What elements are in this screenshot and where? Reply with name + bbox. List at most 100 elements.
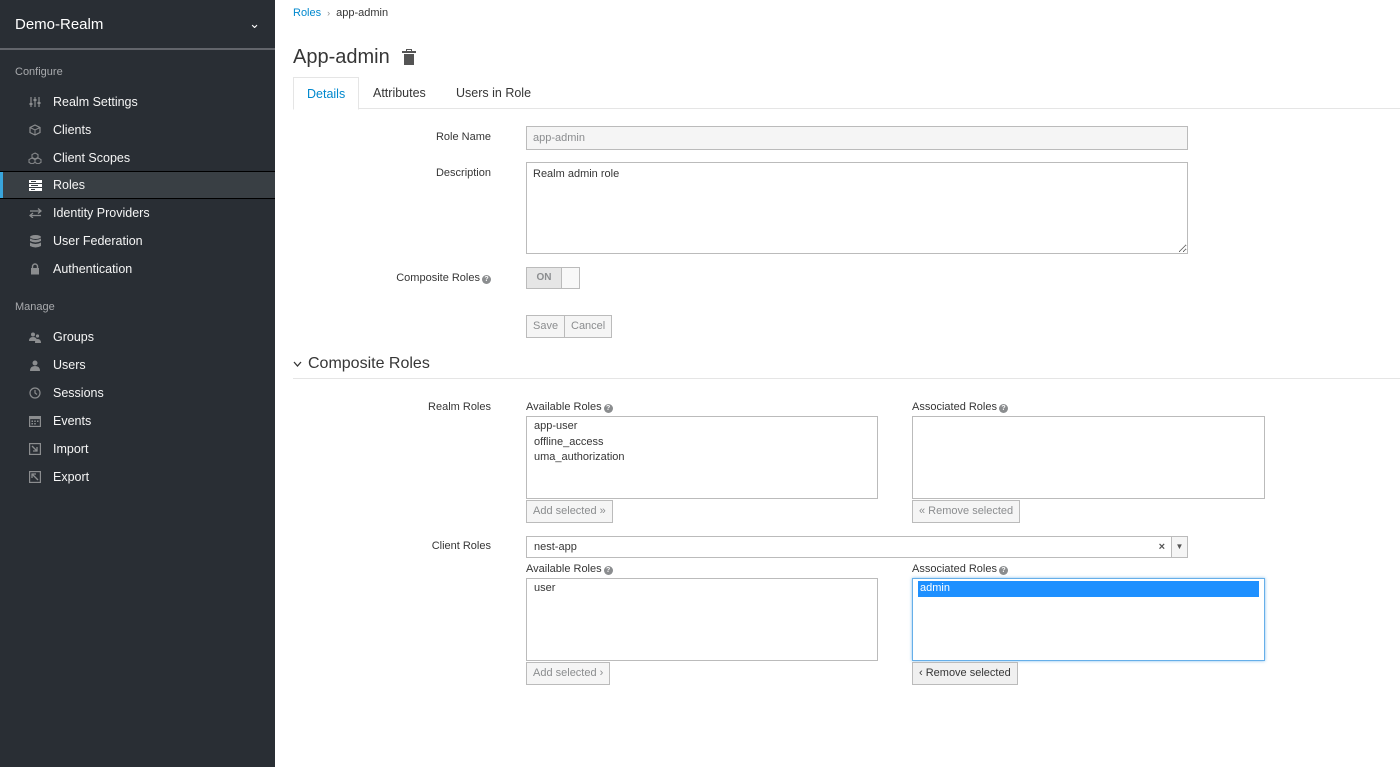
breadcrumb: Roles › app-admin — [293, 7, 388, 19]
realm-available-label-text: Available Roles — [526, 401, 602, 413]
sidebar-item-label: Authentication — [53, 262, 133, 276]
list-icon — [28, 178, 42, 192]
page-title: App-admin — [293, 46, 416, 69]
composite-roles-toggle[interactable]: ON — [526, 267, 580, 289]
list-item[interactable]: user — [527, 581, 877, 597]
tab-attributes[interactable]: Attributes — [360, 77, 439, 109]
sidebar-item-clients[interactable]: Clients — [0, 116, 275, 144]
sidebar-item-label: Clients — [53, 123, 92, 137]
sidebar-item-label: Users — [53, 358, 86, 372]
composite-roles-label-text: Composite Roles — [396, 272, 480, 284]
sidebar-item-label: Events — [53, 414, 92, 428]
help-icon[interactable]: ? — [603, 566, 613, 575]
client-select-value: nest-app — [534, 541, 577, 553]
lock-icon — [28, 262, 42, 276]
breadcrumb-roles-link[interactable]: Roles — [293, 7, 321, 19]
import-icon — [28, 442, 42, 456]
close-icon[interactable]: × — [1159, 537, 1165, 557]
sidebar-item-label: Roles — [53, 178, 85, 192]
sidebar-item-export[interactable]: Export — [0, 463, 275, 491]
sidebar-item-events[interactable]: Events — [0, 407, 275, 435]
tab-bar: Details Attributes Users in Role — [293, 77, 1400, 110]
realm-associated-label-text: Associated Roles — [912, 401, 997, 413]
sidebar-item-label: User Federation — [53, 234, 143, 248]
sidebar: Demo-Realm ⌄ Configure Realm Settings Cl… — [0, 0, 275, 767]
client-associated-label-text: Associated Roles — [912, 563, 997, 575]
realm-associated-roles-list[interactable] — [912, 416, 1265, 499]
trash-icon[interactable] — [401, 48, 416, 66]
toggle-knob — [561, 268, 579, 288]
cancel-button[interactable]: Cancel — [564, 315, 613, 338]
client-available-label-text: Available Roles — [526, 563, 602, 575]
help-icon[interactable]: ? — [603, 404, 613, 413]
cubes-icon — [28, 151, 42, 165]
client-available-roles-list[interactable]: user — [526, 578, 878, 661]
user-icon — [28, 358, 42, 372]
toggle-state: ON — [527, 268, 561, 288]
realm-add-selected-button[interactable]: Add selected » — [526, 500, 613, 523]
sidebar-item-label: Client Scopes — [53, 151, 131, 165]
clock-icon — [28, 386, 42, 400]
list-item[interactable]: admin — [918, 581, 1259, 597]
sidebar-item-realm-settings[interactable]: Realm Settings — [0, 88, 275, 116]
nav-header-configure: Configure — [15, 66, 63, 78]
page-title-text: App-admin — [293, 46, 390, 68]
client-remove-selected-button[interactable]: ‹ Remove selected — [912, 662, 1018, 685]
client-associated-roles-list[interactable]: admin — [912, 578, 1265, 661]
chevron-down-icon: ⌄ — [249, 16, 260, 31]
sidebar-item-roles[interactable]: Roles — [0, 171, 275, 199]
sidebar-item-users[interactable]: Users — [0, 351, 275, 379]
client-associated-label: Associated Roles? — [912, 563, 1008, 575]
sidebar-item-label: Export — [53, 470, 90, 484]
sidebar-item-user-federation[interactable]: User Federation — [0, 227, 275, 255]
list-item[interactable]: uma_authorization — [527, 450, 877, 466]
sidebar-item-label: Import — [53, 442, 89, 456]
section-title-text: Composite Roles — [308, 355, 430, 372]
sidebar-item-sessions[interactable]: Sessions — [0, 379, 275, 407]
role-name-field — [526, 126, 1188, 150]
sidebar-item-import[interactable]: Import — [0, 435, 275, 463]
sidebar-item-label: Realm Settings — [53, 95, 138, 109]
sidebar-item-label: Groups — [53, 330, 94, 344]
export-icon — [28, 470, 42, 484]
chevron-down-icon — [293, 359, 302, 370]
sliders-icon — [28, 95, 42, 109]
caret-down-icon[interactable]: ▼ — [1171, 537, 1187, 557]
breadcrumb-current: app-admin — [336, 7, 389, 19]
database-icon — [28, 234, 42, 248]
sidebar-item-authentication[interactable]: Authentication — [0, 255, 275, 283]
list-item[interactable]: offline_access — [527, 435, 877, 451]
calendar-icon — [28, 414, 42, 428]
users-icon — [28, 330, 42, 344]
client-add-selected-button[interactable]: Add selected › — [526, 662, 611, 685]
client-available-label: Available Roles? — [526, 563, 613, 575]
cube-icon — [28, 123, 42, 137]
client-select[interactable]: nest-app × ▼ — [526, 536, 1188, 558]
help-icon[interactable]: ? — [999, 566, 1008, 575]
realm-available-label: Available Roles? — [526, 401, 613, 413]
description-label: Description — [435, 167, 491, 179]
help-icon[interactable]: ? — [999, 404, 1008, 413]
section-divider — [293, 378, 1400, 379]
composite-roles-label: Composite Roles? — [291, 272, 491, 284]
client-roles-label: Client Roles — [431, 540, 491, 552]
realm-selector[interactable]: Demo-Realm ⌄ — [0, 0, 275, 50]
realm-available-roles-list[interactable]: app-user offline_access uma_authorizatio… — [526, 416, 878, 499]
sidebar-item-client-scopes[interactable]: Client Scopes — [0, 144, 275, 172]
role-name-label: Role Name — [435, 131, 491, 143]
exchange-icon — [28, 206, 42, 220]
tab-users-in-role[interactable]: Users in Role — [443, 77, 544, 109]
sidebar-item-groups[interactable]: Groups — [0, 323, 275, 351]
description-field[interactable]: Realm admin role — [526, 162, 1188, 254]
sidebar-item-identity-providers[interactable]: Identity Providers — [0, 199, 275, 227]
list-item[interactable]: app-user — [527, 419, 877, 435]
tab-details[interactable]: Details — [293, 77, 360, 110]
help-icon[interactable]: ? — [482, 275, 491, 284]
sidebar-item-label: Identity Providers — [53, 206, 150, 220]
realm-remove-selected-button[interactable]: « Remove selected — [912, 500, 1021, 523]
save-button[interactable]: Save — [526, 315, 566, 338]
sidebar-item-label: Sessions — [53, 386, 104, 400]
realm-name: Demo-Realm — [15, 15, 104, 33]
nav-header-manage: Manage — [15, 301, 55, 313]
composite-roles-section-toggle[interactable]: Composite Roles — [293, 355, 430, 373]
